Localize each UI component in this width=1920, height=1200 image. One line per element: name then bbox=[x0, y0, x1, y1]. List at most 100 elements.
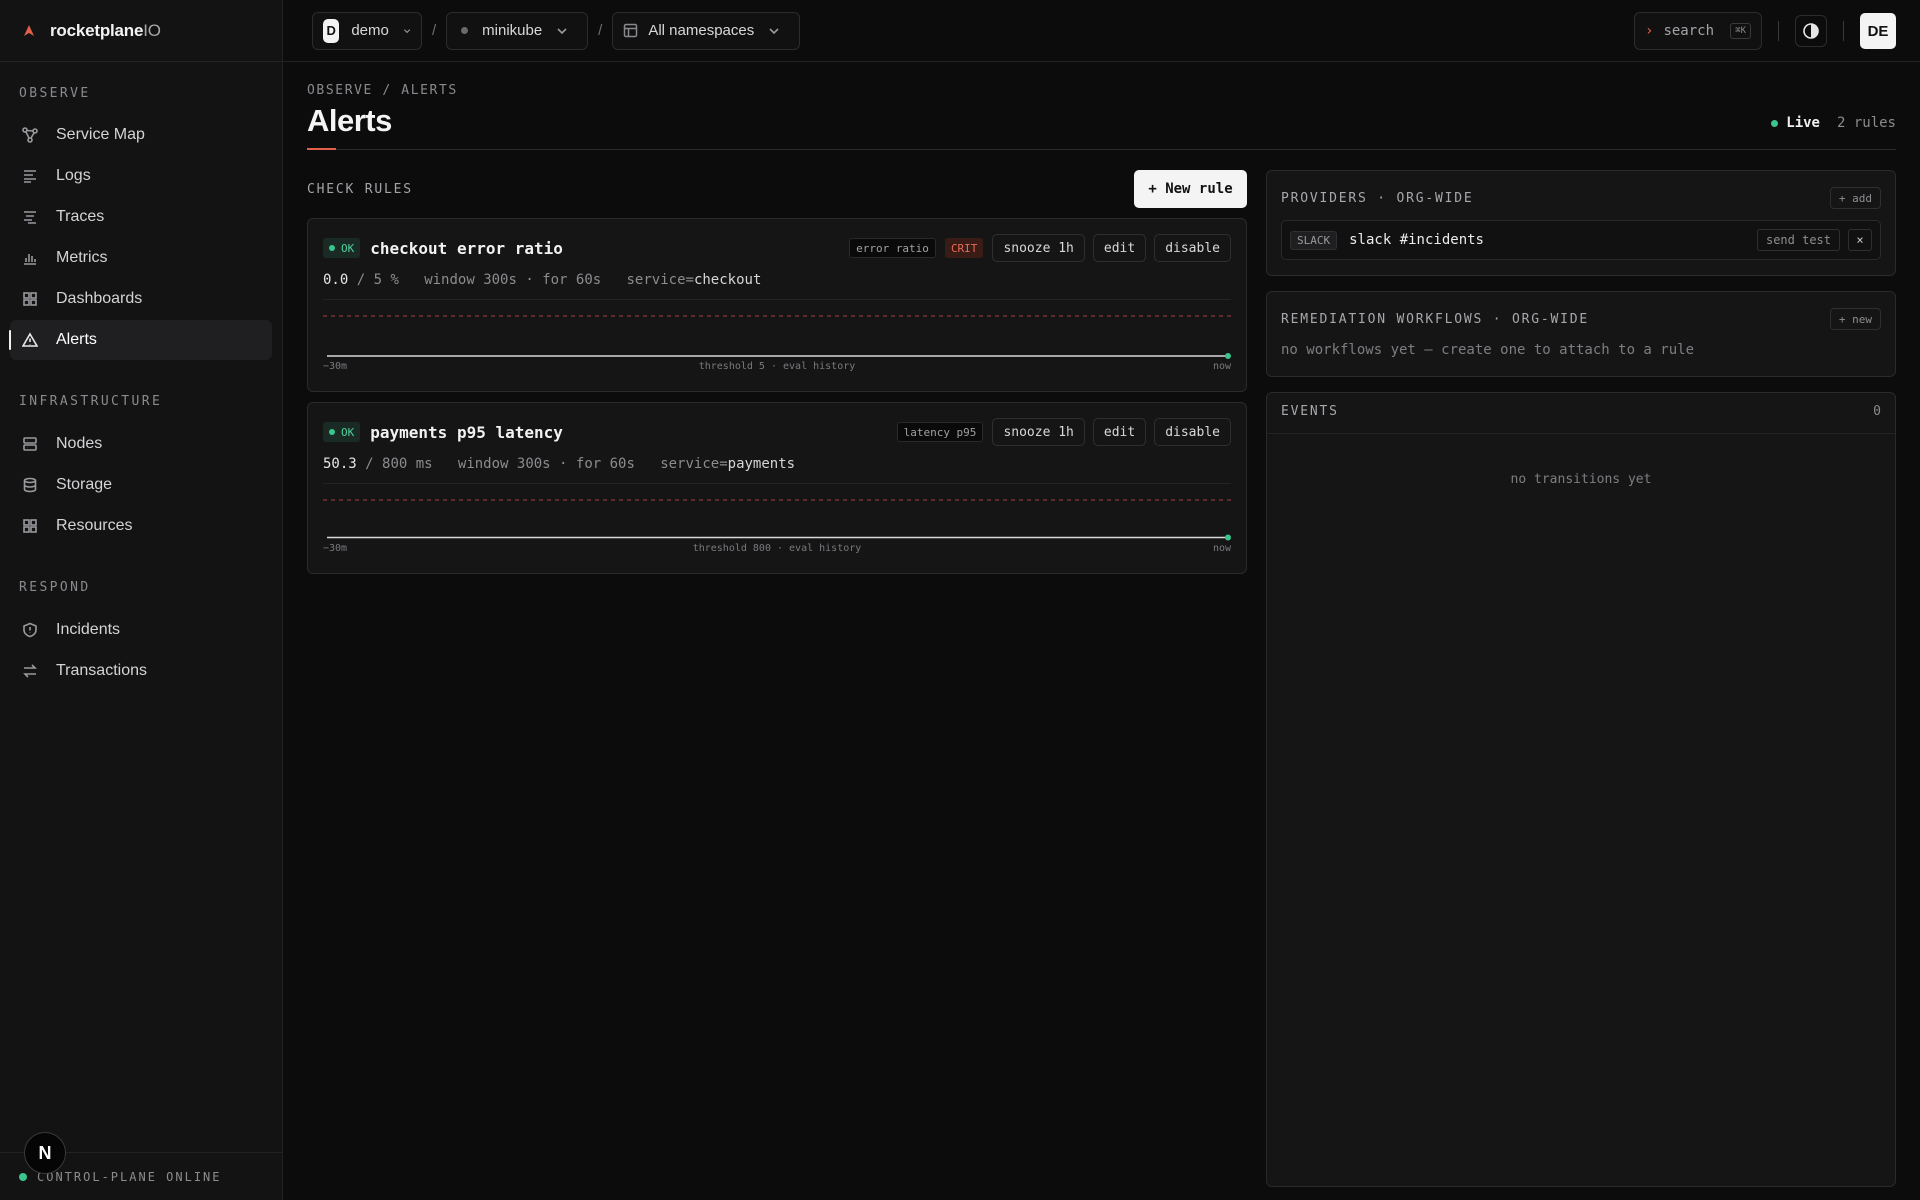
breadcrumb-separator: / bbox=[598, 22, 603, 39]
org-switcher[interactable]: D demo bbox=[312, 11, 422, 50]
database-icon bbox=[23, 477, 37, 493]
send-test-button[interactable]: send test bbox=[1756, 229, 1840, 251]
topbar: D demo / minikube / All namespaces › sea… bbox=[283, 0, 1920, 62]
divider bbox=[1778, 21, 1779, 41]
sidebar-item-dashboards[interactable]: Dashboards bbox=[10, 279, 272, 319]
grid-icon bbox=[23, 519, 37, 533]
namespace-icon bbox=[624, 23, 638, 38]
sidebar-item-incidents[interactable]: Incidents bbox=[10, 610, 272, 650]
page-title: Alerts bbox=[307, 103, 392, 138]
contrast-icon bbox=[1803, 23, 1819, 39]
status-text: OK bbox=[341, 425, 355, 439]
live-label: Live bbox=[1786, 115, 1820, 131]
user-avatar[interactable]: DE bbox=[1860, 13, 1896, 49]
sidebar-item-label: Alerts bbox=[56, 331, 97, 348]
sidebar-item-service-map[interactable]: Service Map bbox=[10, 115, 272, 155]
sidebar-panels: PROVIDERS · ORG-WIDE + add SLACK slack #… bbox=[1266, 170, 1896, 1187]
edit-button[interactable]: edit bbox=[1092, 418, 1147, 446]
sidebar-item-storage[interactable]: Storage bbox=[10, 465, 272, 505]
rule-type-tag: error ratio bbox=[849, 238, 936, 258]
snooze-button[interactable]: snooze 1h bbox=[992, 234, 1085, 262]
sidebar-item-nodes[interactable]: Nodes bbox=[10, 424, 272, 464]
latest-point bbox=[1225, 353, 1231, 359]
events-count: 0 bbox=[1873, 404, 1881, 419]
breadcrumb: OBSERVE / ALERTS bbox=[307, 83, 458, 98]
breadcrumb-separator: / bbox=[432, 22, 437, 39]
divider bbox=[1843, 21, 1844, 41]
edit-button[interactable]: edit bbox=[1092, 234, 1147, 262]
rule-name[interactable]: payments p95 latency bbox=[370, 423, 563, 442]
service-map-icon bbox=[22, 127, 38, 143]
sidebar-item-resources[interactable]: Resources bbox=[10, 506, 272, 546]
namespace-switcher[interactable]: All namespaces bbox=[612, 11, 801, 50]
logs-icon bbox=[24, 170, 36, 183]
sidebar-item-label: Storage bbox=[56, 476, 113, 493]
check-rules-header: CHECK RULES + New rule bbox=[307, 170, 1247, 210]
disable-button[interactable]: disable bbox=[1154, 418, 1231, 446]
brand[interactable]: rocketplaneIO bbox=[0, 0, 282, 62]
org-name: demo bbox=[351, 22, 389, 39]
new-workflow-button[interactable]: + new bbox=[1829, 308, 1881, 330]
add-provider-button[interactable]: + add bbox=[1829, 187, 1881, 209]
sidebar-item-traces[interactable]: Traces bbox=[10, 197, 272, 237]
keyboard-shortcut: ⌘K bbox=[1730, 23, 1751, 39]
title-underline bbox=[307, 148, 336, 150]
sidebar-item-label: Nodes bbox=[56, 435, 103, 452]
service-value: checkout bbox=[693, 272, 762, 288]
new-rule-button[interactable]: + New rule bbox=[1134, 170, 1247, 208]
rule-card: OK payments p95 latency latency p95 snoo… bbox=[307, 402, 1247, 574]
status-dot bbox=[19, 1172, 27, 1181]
window-text: window 300s · for 60s bbox=[457, 456, 635, 472]
chart-axis: threshold 800 · eval history −30m now bbox=[323, 543, 1231, 557]
sidebar-item-metrics[interactable]: Metrics bbox=[10, 238, 272, 278]
rules-count: 2 rules bbox=[1836, 115, 1896, 131]
sidebar-item-alerts[interactable]: Alerts bbox=[9, 320, 272, 360]
provider-type-tag: SLACK bbox=[1290, 230, 1338, 250]
status-text: OK bbox=[341, 241, 355, 255]
axis-start-label: −30m bbox=[323, 543, 348, 554]
axis-center-label: threshold 800 · eval history bbox=[692, 543, 862, 554]
metrics-icon bbox=[24, 254, 36, 265]
check-rules-section: CHECK RULES + New rule OK checkout error… bbox=[307, 170, 1247, 574]
dashboards-icon bbox=[23, 292, 37, 306]
status-dot bbox=[329, 429, 335, 435]
chevron-down-icon bbox=[769, 27, 779, 34]
empty-state: no workflows yet — create one to attach … bbox=[1281, 342, 1695, 358]
axis-center-label: threshold 5 · eval history bbox=[698, 361, 856, 372]
empty-state: no transitions yet bbox=[1510, 472, 1652, 487]
nav-heading: INFRASTRUCTURE bbox=[19, 394, 163, 409]
sidebar: rocketplaneIO OBSERVE Service Map Logs T… bbox=[0, 0, 283, 1200]
sidebar-item-label: Metrics bbox=[56, 249, 108, 266]
sidebar-item-logs[interactable]: Logs bbox=[10, 156, 272, 196]
cluster-switcher[interactable]: minikube bbox=[446, 11, 589, 50]
theme-toggle-button[interactable] bbox=[1795, 15, 1827, 47]
rule-name[interactable]: checkout error ratio bbox=[370, 239, 563, 258]
sidebar-item-label: Dashboards bbox=[56, 290, 143, 307]
nav-section-infrastructure: INFRASTRUCTURE Nodes Storage Resources bbox=[0, 392, 282, 546]
service-key: service= bbox=[626, 272, 694, 288]
search-button[interactable]: › search ⌘K bbox=[1634, 12, 1762, 50]
live-indicator: Live 2 rules bbox=[1771, 115, 1896, 131]
current-value: 50.3 bbox=[323, 456, 357, 472]
sidebar-item-transactions[interactable]: Transactions bbox=[10, 651, 272, 691]
page-header: Alerts Live 2 rules bbox=[307, 98, 1896, 150]
snooze-button[interactable]: snooze 1h bbox=[992, 418, 1085, 446]
remediation-panel: REMEDIATION WORKFLOWS · ORG-WIDE + new n… bbox=[1266, 291, 1896, 377]
dev-tools-badge[interactable]: N bbox=[24, 1132, 66, 1174]
chevron-down-icon bbox=[403, 28, 411, 33]
axis-start-label: −30m bbox=[323, 361, 348, 372]
disable-button[interactable]: disable bbox=[1154, 234, 1231, 262]
sidebar-item-label: Service Map bbox=[56, 126, 145, 143]
search-label: search bbox=[1663, 23, 1715, 39]
providers-panel: PROVIDERS · ORG-WIDE + add SLACK slack #… bbox=[1266, 170, 1896, 276]
remove-provider-button[interactable]: × bbox=[1848, 229, 1872, 251]
nav-heading: OBSERVE bbox=[19, 86, 91, 101]
main-content: OBSERVE / ALERTS Alerts Live 2 rules CHE… bbox=[307, 62, 1896, 1187]
traces-icon bbox=[24, 211, 36, 224]
nav-heading: RESPOND bbox=[19, 580, 91, 595]
sidebar-item-label: Incidents bbox=[56, 621, 121, 638]
panel-title: REMEDIATION WORKFLOWS · ORG-WIDE bbox=[1281, 312, 1590, 327]
rule-header: OK payments p95 latency latency p95 snoo… bbox=[323, 418, 1231, 446]
nav-section-observe: OBSERVE Service Map Logs Traces Metrics … bbox=[0, 84, 282, 360]
events-panel: EVENTS 0 no transitions yet bbox=[1266, 392, 1896, 1187]
